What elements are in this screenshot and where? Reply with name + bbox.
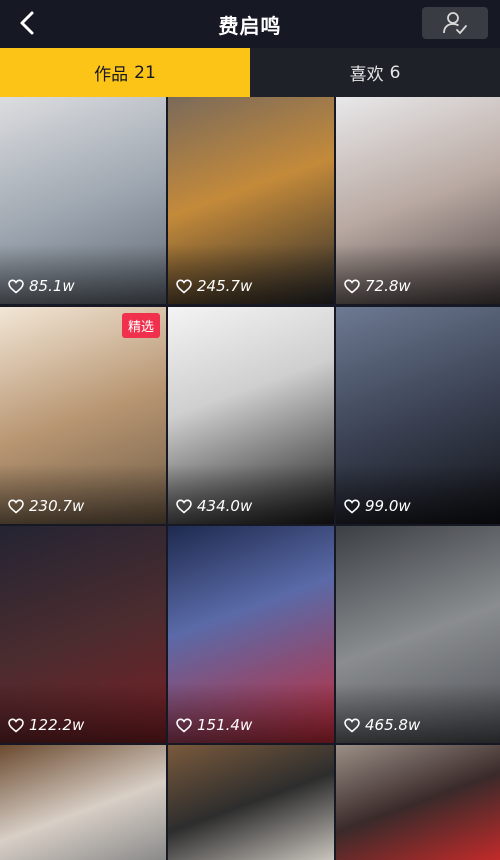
heart-icon — [8, 717, 24, 733]
like-count-value: 434.0w — [197, 497, 253, 515]
video-thumbnail[interactable]: 99.0w — [336, 307, 500, 524]
like-count: 151.4w — [176, 716, 252, 734]
heart-icon — [8, 278, 24, 294]
like-count-value: 230.7w — [29, 497, 85, 515]
profile-button[interactable] — [422, 7, 488, 39]
chevron-left-icon — [20, 11, 34, 35]
cover-gradient — [336, 683, 500, 743]
like-count: 465.8w — [344, 716, 420, 734]
like-count: 434.0w — [176, 497, 252, 515]
tab-works-label: 作品 — [94, 65, 129, 85]
like-count-value: 99.0w — [365, 497, 411, 515]
video-thumbnail[interactable] — [168, 745, 334, 860]
page-title: 费启鸣 — [218, 13, 282, 38]
cover-gradient — [336, 464, 500, 524]
like-count: 122.2w — [8, 716, 84, 734]
like-count-value: 151.4w — [197, 716, 253, 734]
cover-gradient — [168, 683, 334, 743]
heart-icon — [8, 498, 24, 514]
like-count-value: 465.8w — [365, 716, 421, 734]
video-thumbnail[interactable]: 245.7w — [168, 97, 334, 304]
video-thumbnail[interactable] — [336, 745, 500, 860]
video-thumbnail[interactable]: 465.8w — [336, 526, 500, 743]
like-count: 85.1w — [8, 277, 75, 295]
heart-icon — [344, 498, 360, 514]
like-count-value: 245.7w — [197, 277, 253, 295]
like-count: 99.0w — [344, 497, 411, 515]
cover-gradient — [168, 464, 334, 524]
tab-works[interactable]: 作品 21 — [0, 48, 250, 97]
like-count: 245.7w — [176, 277, 252, 295]
user-check-icon — [443, 12, 467, 35]
heart-icon — [344, 717, 360, 733]
featured-badge: 精选 — [121, 313, 160, 338]
video-thumbnail[interactable]: 72.8w — [336, 97, 500, 304]
video-thumbnail[interactable]: 434.0w — [168, 307, 334, 524]
video-thumbnail[interactable] — [0, 745, 166, 860]
like-count: 72.8w — [344, 277, 411, 295]
video-cover-image — [0, 745, 166, 860]
heart-icon — [176, 717, 192, 733]
tab-works-count: 21 — [134, 62, 156, 83]
back-button[interactable] — [12, 8, 42, 38]
top-bar: 费启鸣 — [0, 0, 500, 48]
heart-icon — [176, 278, 192, 294]
tab-likes[interactable]: 喜欢 6 — [250, 48, 500, 97]
like-count-value: 122.2w — [29, 716, 85, 734]
video-thumbnail[interactable]: 122.2w — [0, 526, 166, 743]
cover-gradient — [0, 464, 166, 524]
cover-gradient — [336, 244, 500, 304]
heart-icon — [344, 278, 360, 294]
cover-gradient — [168, 244, 334, 304]
tab-likes-label: 喜欢 — [349, 65, 384, 85]
video-thumbnail[interactable]: 230.7w 精选 — [0, 307, 166, 524]
video-thumbnail[interactable]: 151.4w — [168, 526, 334, 743]
video-cover-image — [336, 745, 500, 860]
video-grid: 85.1w 245.7w 72.8w 230.7w 精选 434.0w 99.0w 122.2… — [0, 97, 500, 860]
video-thumbnail[interactable]: 85.1w — [0, 97, 166, 304]
cover-gradient — [0, 244, 166, 304]
like-count: 230.7w — [8, 497, 84, 515]
profile-tabs: 作品 21 喜欢 6 — [0, 48, 500, 97]
like-count-value: 72.8w — [365, 277, 411, 295]
cover-gradient — [0, 683, 166, 743]
heart-icon — [176, 498, 192, 514]
tab-likes-count: 6 — [389, 62, 401, 83]
video-cover-image — [168, 745, 334, 860]
like-count-value: 85.1w — [29, 277, 75, 295]
